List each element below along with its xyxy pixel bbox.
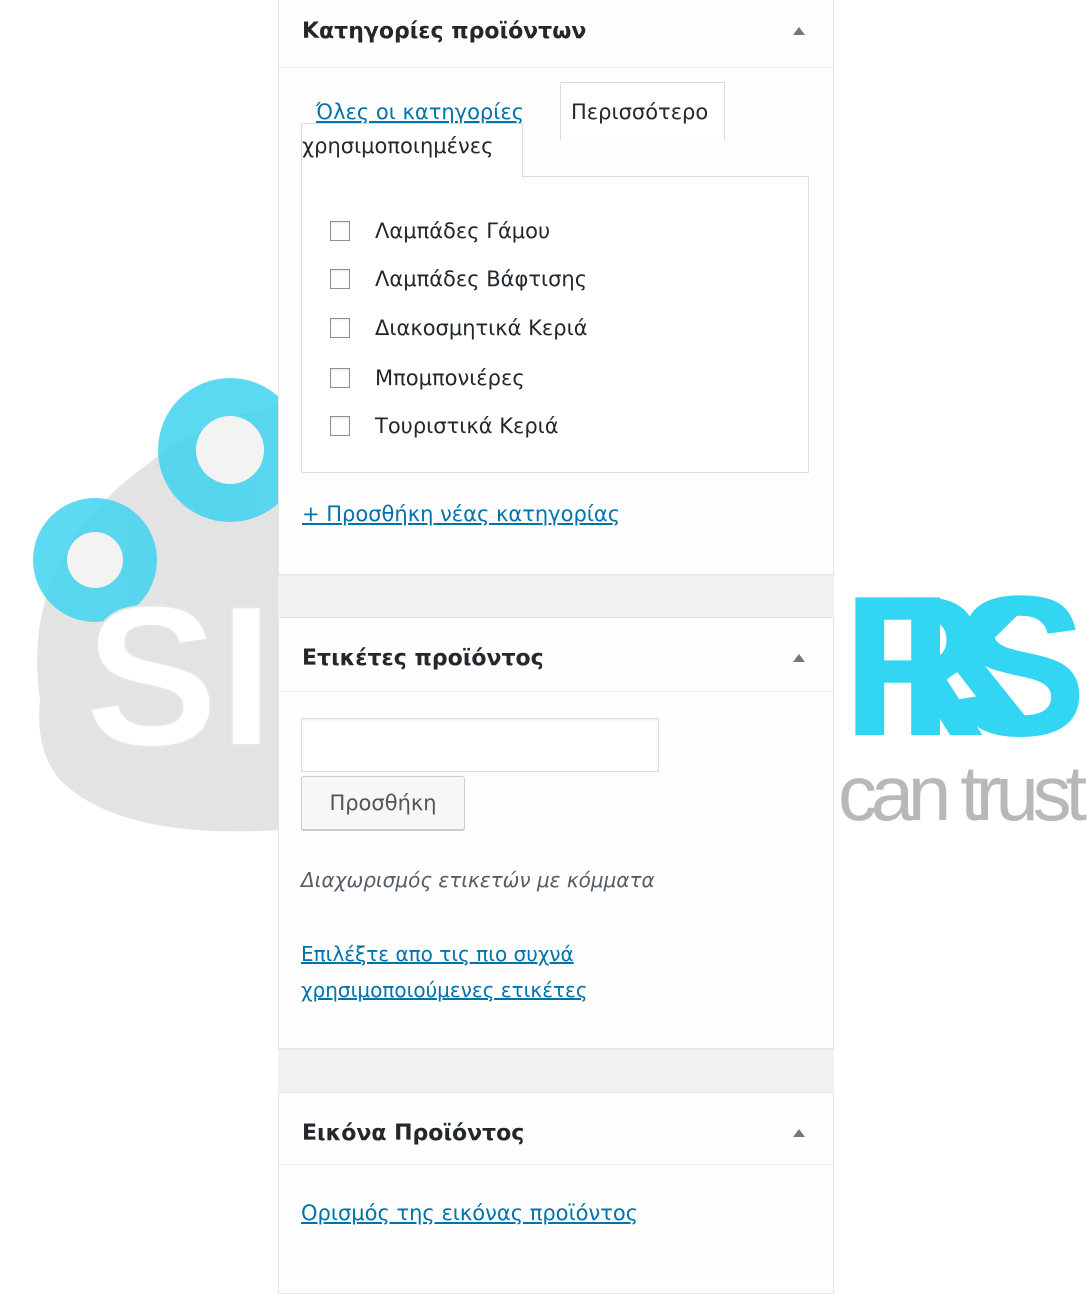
category-checkbox[interactable] — [330, 416, 350, 436]
choose-most-used-tags-link[interactable]: Επιλέξτε απο τις πιο συχνά χρησιμοποιούμ… — [301, 936, 681, 1008]
category-label: Διακοσμητικά Κεριά — [375, 316, 588, 340]
category-label: Μπομπονιέρες — [375, 366, 525, 390]
collapse-arrow-icon[interactable] — [793, 654, 805, 662]
tab-most-used-label-line2: χρησιμοποιημένες — [302, 134, 494, 158]
product-image-box: Εικόνα Προϊόντος Ορισμός της εικόνας προ… — [278, 1092, 834, 1294]
product-categories-box: Κατηγορίες προϊόντων Όλες οι κατηγορίες … — [278, 0, 834, 575]
category-item[interactable]: Μπομπονιέρες — [330, 363, 525, 393]
add-tag-button[interactable]: Προσθήκη — [301, 776, 465, 830]
tab-most-used[interactable]: Περισσότερο — [560, 82, 725, 141]
postbox-header: Εικόνα Προϊόντος — [279, 1093, 833, 1165]
category-label: Λαμπάδες Βάφτισης — [375, 267, 588, 291]
set-product-image-link[interactable]: Ορισμός της εικόνας προϊόντος — [301, 1201, 638, 1225]
category-item[interactable]: Τουριστικά Κεριά — [330, 411, 559, 441]
category-checkbox[interactable] — [330, 318, 350, 338]
product-tags-box: Ετικέτες προϊόντος Προσθήκη Διαχωρισμός … — [278, 617, 834, 1049]
category-checkbox[interactable] — [330, 221, 350, 241]
category-label: Λαμπάδες Γάμου — [375, 219, 551, 243]
watermark-brand-right: RKS — [842, 555, 1087, 778]
category-checkbox[interactable] — [330, 368, 350, 388]
category-item[interactable]: Διακοσμητικά Κεριά — [330, 313, 588, 343]
category-checklist: Λαμπάδες Γάμου Λαμπάδες Βάφτισης Διακοσμ… — [301, 176, 809, 473]
collapse-arrow-icon[interactable] — [793, 27, 805, 35]
postbox-header: Ετικέτες προϊόντος — [279, 618, 833, 692]
image-title: Εικόνα Προϊόντος — [302, 1121, 525, 1146]
watermark-brand-left: SI — [85, 565, 274, 788]
new-tag-input[interactable] — [301, 718, 659, 772]
tab-all-categories[interactable]: Όλες οι κατηγορίες — [316, 100, 524, 124]
watermark-tagline: can trust — [838, 749, 1087, 837]
category-checkbox[interactable] — [330, 269, 350, 289]
sidebar-column: Κατηγορίες προϊόντων Όλες οι κατηγορίες … — [278, 0, 834, 1294]
add-new-category-link[interactable]: + Προσθήκη νέας κατηγορίας — [302, 502, 620, 526]
categories-title: Κατηγορίες προϊόντων — [302, 19, 587, 44]
collapse-arrow-icon[interactable] — [793, 1129, 805, 1137]
postbox-header: Κατηγορίες προϊόντων — [279, 0, 833, 68]
category-label: Τουριστικά Κεριά — [375, 414, 559, 438]
category-item[interactable]: Λαμπάδες Γάμου — [330, 216, 550, 246]
tab-most-used-continuation[interactable]: χρησιμοποιημένες — [301, 123, 523, 178]
tag-separator-hint: Διαχωρισμός ετικετών με κόμματα — [301, 868, 655, 892]
tags-title: Ετικέτες προϊόντος — [302, 646, 544, 671]
category-item[interactable]: Λαμπάδες Βάφτισης — [330, 264, 587, 294]
tab-most-used-label-line1: Περισσότερο — [571, 100, 709, 124]
